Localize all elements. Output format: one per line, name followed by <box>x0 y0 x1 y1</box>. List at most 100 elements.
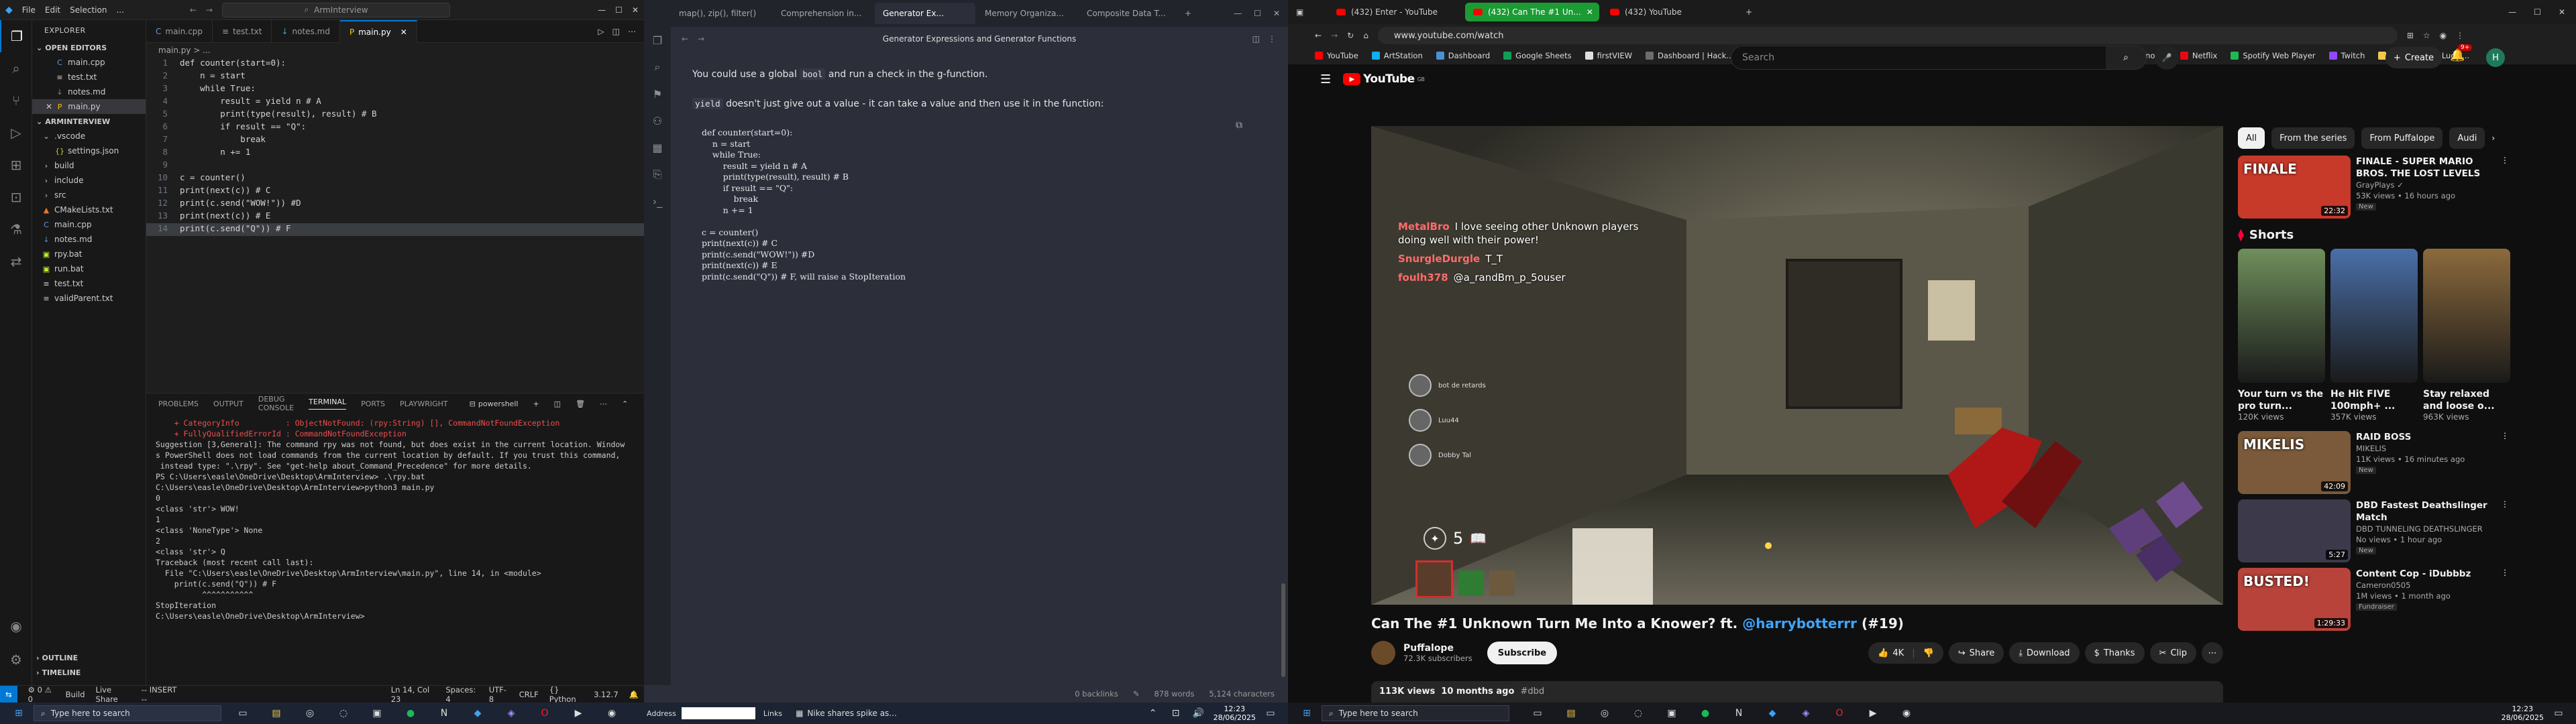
notion-icon[interactable]: N <box>436 705 452 721</box>
workspace-section[interactable]: ⌄ ARMINTERVIEW <box>32 114 146 129</box>
download-button[interactable]: ⤓ Download <box>2009 642 2080 664</box>
files-icon[interactable]: ❐ <box>644 27 671 54</box>
short-card[interactable]: He Hit FIVE 100mph+ ... 357K views <box>2330 249 2418 422</box>
close-icon[interactable]: ✕ <box>2559 7 2565 17</box>
file-explorer-icon[interactable]: ▤ <box>268 705 284 721</box>
browser-tab[interactable]: (432) YouTube <box>1602 3 1736 21</box>
thumbs-down-icon[interactable]: 👎 <box>1923 648 1934 658</box>
minimize-icon[interactable]: — <box>598 5 606 15</box>
tab-main-cpp[interactable]: Cmain.cpp <box>146 20 213 43</box>
chip-audio[interactable]: Audi <box>2449 127 2485 149</box>
code-line[interactable]: 3 while True: <box>146 83 644 96</box>
browser-icon[interactable]: ◎ <box>302 705 318 721</box>
nav-back-icon[interactable]: ← <box>190 5 197 15</box>
file-explorer-icon[interactable]: ▤ <box>1563 705 1579 721</box>
code-line[interactable]: 13 print(next(c)) # E <box>146 210 644 223</box>
more-icon[interactable]: ⋮ <box>2501 156 2509 219</box>
title-handle-link[interactable]: @harrybotterrr <box>1742 615 1857 631</box>
build-status[interactable]: Build <box>66 690 85 699</box>
tab-memory-organization[interactable]: Memory Organiza... <box>977 3 1077 24</box>
url-field[interactable]: www.youtube.com/watch <box>1377 27 2398 44</box>
chip-all[interactable]: All <box>2238 127 2265 149</box>
windows-start-icon[interactable]: ⊞ <box>1299 705 1315 721</box>
video-title[interactable]: Content Cop - iDubbbz <box>2356 568 2496 580</box>
subscribe-button[interactable]: Subscribe <box>1487 642 1558 664</box>
windows-start-icon[interactable]: ⊞ <box>11 705 27 721</box>
steam-icon[interactable]: ◌ <box>335 705 352 721</box>
short-card[interactable]: Your turn vs the pro turn... 120K views <box>2238 249 2325 422</box>
code-line[interactable]: 6 if result == "Q": <box>146 121 644 134</box>
video-thumbnail[interactable]: FINALE 22:32 <box>2238 156 2351 219</box>
thanks-button[interactable]: $ Thanks <box>2084 642 2145 664</box>
nav-forward-icon[interactable]: → <box>698 34 704 44</box>
menu-file[interactable]: File <box>22 5 36 15</box>
hamburger-menu-icon[interactable]: ☰ <box>1320 72 1331 86</box>
more-icon[interactable]: ⋮ <box>2501 431 2509 494</box>
home-icon[interactable]: ⌂ <box>1363 31 1368 40</box>
hashtag-link[interactable]: #dbd <box>1520 686 1544 697</box>
folder-item[interactable]: › build <box>32 158 146 173</box>
scrollbar[interactable] <box>1281 583 1285 677</box>
chevron-right-icon[interactable]: › <box>2491 133 2495 143</box>
opera-icon[interactable]: O <box>537 705 553 721</box>
bookmark-item[interactable]: Twitch <box>2328 51 2365 60</box>
close-icon[interactable]: ✕ <box>632 5 639 15</box>
file-item[interactable]: ▣ run.bat <box>32 261 146 276</box>
breadcrumb[interactable]: main.py > ... <box>146 43 644 58</box>
obsidian-app-icon[interactable]: ◈ <box>503 705 519 721</box>
open-editor-item[interactable]: ✕ Pmain.py <box>32 99 146 114</box>
terminal-selector[interactable]: ⊟ powershell <box>470 400 519 408</box>
open-editor-item[interactable]: ↓ notes.md <box>32 84 146 99</box>
more-icon[interactable]: ⋮ <box>2501 499 2509 562</box>
vscode-app-icon[interactable]: ◆ <box>470 705 486 721</box>
opera-icon[interactable]: O <box>1831 705 1847 721</box>
nav-forward-icon[interactable]: → <box>1331 31 1338 40</box>
new-tab-icon[interactable]: + <box>1185 9 1191 18</box>
video-thumbnail[interactable]: BUSTED! 1:29:33 <box>2238 568 2351 631</box>
code-line[interactable]: 12 print(c.send("WOW!")) #D <box>146 198 644 210</box>
bookmark-item[interactable]: YouTube <box>1315 51 1358 60</box>
star-icon[interactable]: ☆ <box>2423 31 2430 40</box>
tab-main-py[interactable]: Pmain.py ✕ <box>339 20 417 43</box>
short-thumbnail[interactable] <box>2238 249 2325 383</box>
gear-icon[interactable]: ⚙ <box>0 644 32 676</box>
short-title[interactable]: Stay relaxed and loose o... <box>2423 388 2510 412</box>
browser-menu-icon[interactable]: ▣ <box>1296 7 1303 17</box>
short-thumbnail[interactable] <box>2423 249 2510 383</box>
news-widget-text[interactable]: Nike shares spike as... <box>807 709 896 718</box>
close-icon[interactable]: ✕ <box>1273 9 1280 18</box>
chip-from-channel[interactable]: From Puffalope <box>2361 127 2443 149</box>
nav-back-icon[interactable]: ← <box>682 34 688 44</box>
spotify-icon[interactable]: ● <box>402 705 419 721</box>
task-view-icon[interactable]: ▭ <box>1529 705 1546 721</box>
reload-icon[interactable]: ↻ <box>1347 31 1354 40</box>
tab-problems[interactable]: PROBLEMS <box>158 400 199 408</box>
backlinks-count[interactable]: 0 backlinks <box>1075 689 1118 699</box>
links-toolbar-label[interactable]: Links <box>763 709 782 718</box>
bookmark-item[interactable]: ArtStation <box>1371 51 1423 60</box>
video-title[interactable]: FINALE - SUPER MARIO BROS. THE LOST LEVE… <box>2356 156 2496 180</box>
explorer-icon[interactable]: ❐ <box>0 20 32 52</box>
taskbar-search[interactable]: ⌕ Type here to search <box>1322 705 1509 721</box>
vscode-app-icon[interactable]: ◆ <box>1764 705 1780 721</box>
notion-icon[interactable]: N <box>1731 705 1747 721</box>
extensions-icon[interactable]: ⊞ <box>0 149 32 181</box>
chrome-app-icon[interactable]: ◉ <box>604 705 620 721</box>
code-line[interactable]: 7 break <box>146 134 644 147</box>
code-editor[interactable]: 1 def counter(start=0): 2 n = start 3 while… <box>146 58 644 393</box>
tab-playwright[interactable]: PLAYWRIGHT <box>400 400 448 408</box>
code-line[interactable]: 10 c = counter() <box>146 172 644 185</box>
recommended-video[interactable]: BUSTED! 1:29:33 Content Cop - iDubbbz Camer… <box>2238 568 2509 631</box>
bookmark-item[interactable]: Dashboard <box>1436 51 1490 60</box>
profile-icon[interactable]: ◉ <box>2440 31 2447 40</box>
close-icon[interactable]: ✕ <box>400 27 407 37</box>
bookmark-item[interactable]: Dashboard | Hack... <box>1646 51 1733 60</box>
chip-from-series[interactable]: From the series <box>2271 127 2355 149</box>
new-tab-icon[interactable]: + <box>1746 7 1752 17</box>
calendar-icon[interactable]: ▦ <box>644 134 671 161</box>
media-app-icon[interactable]: ▶ <box>570 705 586 721</box>
video-player[interactable]: MetalBro I love seeing other Unknown play… <box>1371 126 2223 605</box>
tab-terminal[interactable]: TERMINAL <box>309 398 347 410</box>
more-icon[interactable]: ⋯ <box>600 400 607 408</box>
share-button[interactable]: ↪ Share <box>1948 642 2004 664</box>
